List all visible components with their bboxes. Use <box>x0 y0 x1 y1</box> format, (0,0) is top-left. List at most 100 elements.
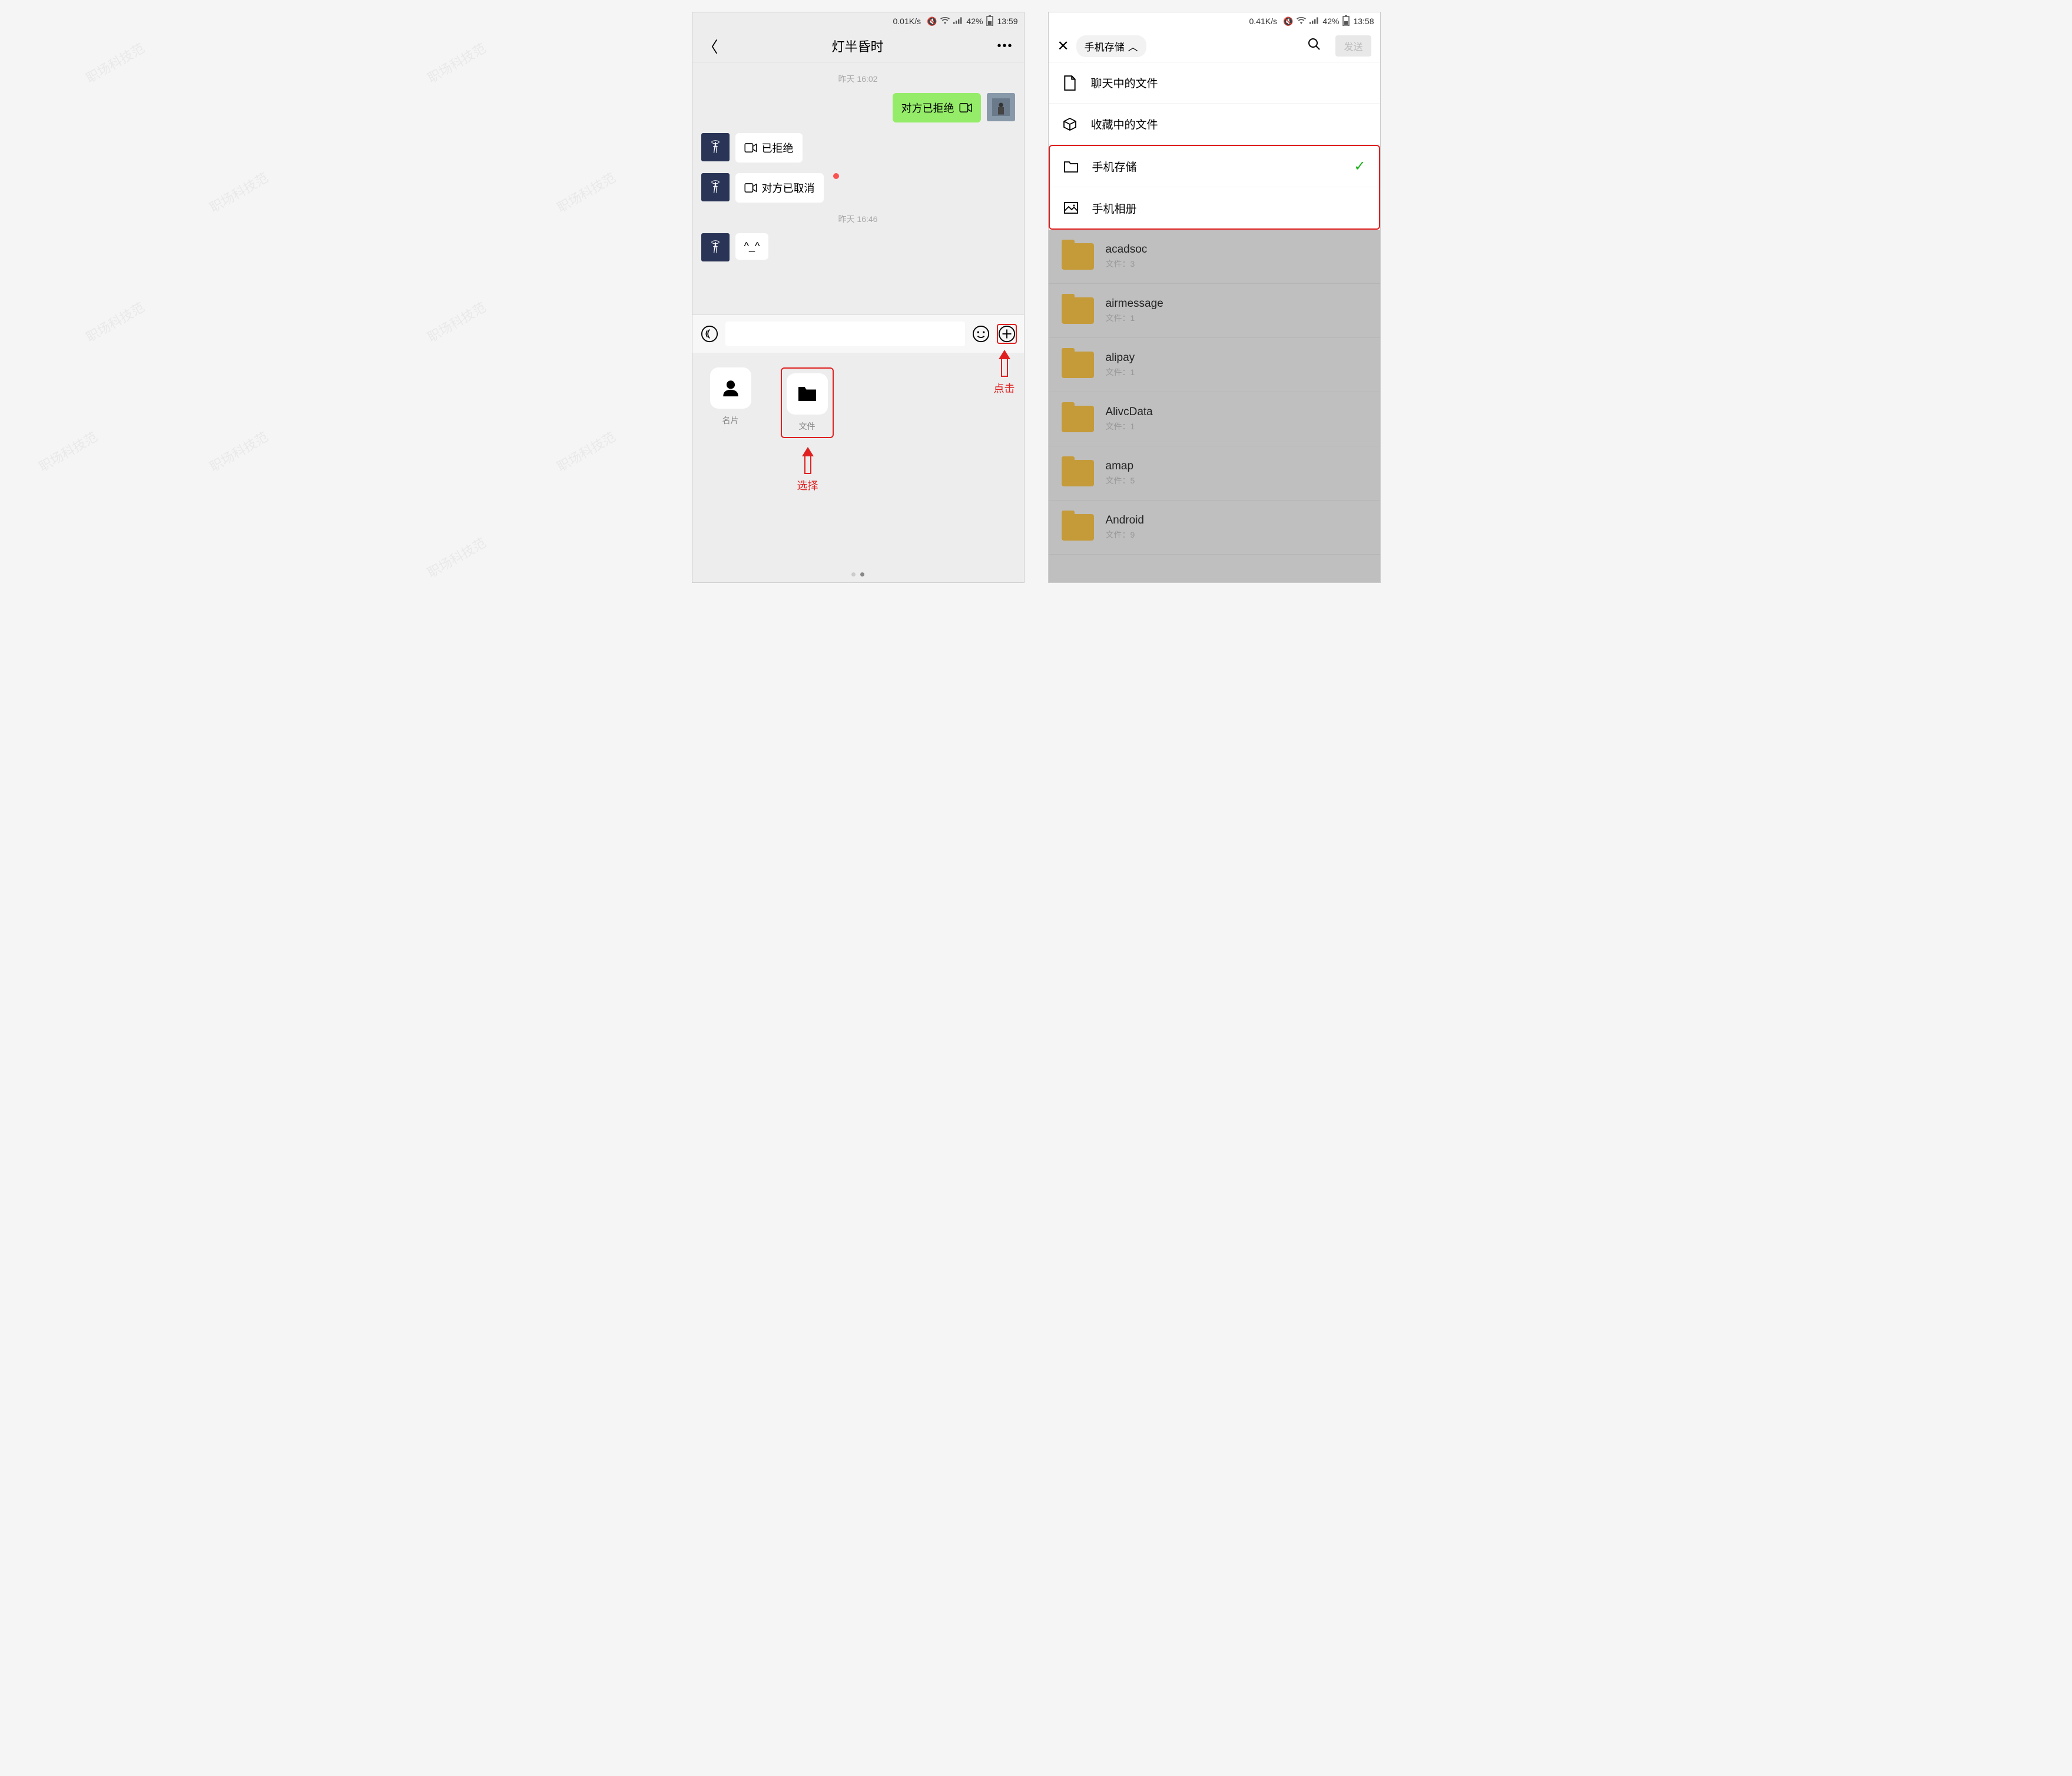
unread-dot-icon <box>833 173 839 179</box>
message-text: 对方已取消 <box>762 180 815 196</box>
clock: 13:58 <box>1353 16 1374 26</box>
signal-icon <box>1309 16 1319 26</box>
attach-file[interactable]: 文件 <box>781 367 834 438</box>
avatar[interactable] <box>987 93 1015 121</box>
folder-meta: 文件：1 <box>1106 420 1153 432</box>
battery-icon <box>986 15 993 28</box>
mute-icon: 🔇 <box>1283 16 1293 26</box>
source-favorite-files[interactable]: 收藏中的文件 <box>1049 104 1380 145</box>
breadcrumb-dropdown[interactable]: 手机存储 ︿ <box>1076 35 1146 57</box>
search-icon[interactable] <box>1307 37 1321 55</box>
video-icon <box>959 103 972 112</box>
folder-item[interactable]: Android 文件：9 <box>1049 501 1380 555</box>
source-phone-album[interactable]: 手机相册 <box>1050 187 1379 228</box>
chat-title: 灯半昏时 <box>831 37 883 55</box>
folder-name: amap <box>1106 460 1135 473</box>
watermark: 职场科技范 <box>553 427 618 476</box>
message-in: 对方已取消 <box>701 173 1015 203</box>
folder-icon <box>1062 243 1094 270</box>
wifi-icon <box>940 16 950 26</box>
chat-titlebar: 〈 灯半昏时 ••• <box>692 30 1024 62</box>
watermark: 职场科技范 <box>553 168 618 217</box>
voice-icon[interactable] <box>699 324 720 344</box>
network-speed: 0.01K/s <box>893 16 921 26</box>
folder-outline-icon <box>1063 160 1079 173</box>
watermark: 职场科技范 <box>35 427 100 476</box>
source-chat-files[interactable]: 聊天中的文件 <box>1049 62 1380 104</box>
watermark: 职场科技范 <box>423 297 489 346</box>
folder-icon <box>1062 352 1094 378</box>
timestamp: 昨天 16:02 <box>701 73 1015 85</box>
annotation-label: 点击 <box>994 380 1015 396</box>
battery-icon <box>1342 15 1350 28</box>
person-icon <box>710 367 751 409</box>
avatar[interactable] <box>701 233 730 261</box>
folder-item[interactable]: acadsoc 文件：3 <box>1049 230 1380 284</box>
status-bar: 0.01K/s 🔇 42% 13:59 <box>692 12 1024 30</box>
page-indicator <box>851 572 864 576</box>
message-text: 对方已拒绝 <box>901 100 954 115</box>
emoji-icon[interactable] <box>971 324 991 344</box>
send-button[interactable]: 发送 <box>1335 35 1371 57</box>
attach-panel: 点击 名片 文件 选择 <box>692 353 1024 582</box>
network-speed: 0.41K/s <box>1249 16 1277 26</box>
folder-name: AlivcData <box>1106 406 1153 419</box>
avatar[interactable] <box>701 173 730 201</box>
folder-icon <box>1062 514 1094 541</box>
close-icon[interactable]: ✕ <box>1057 38 1069 55</box>
image-icon <box>1063 201 1079 214</box>
video-icon <box>744 183 757 193</box>
check-icon: ✓ <box>1354 158 1365 175</box>
battery-percent: 42% <box>1322 16 1339 26</box>
folder-item[interactable]: airmessage文件：1 <box>1049 284 1380 338</box>
back-icon[interactable]: 〈 <box>703 35 718 57</box>
status-bar: 0.41K/s 🔇 42% 13:58 <box>1049 12 1380 30</box>
folder-icon <box>1062 460 1094 486</box>
more-icon[interactable]: ••• <box>997 39 1013 53</box>
attach-label: 文件 <box>799 420 815 432</box>
highlighted-sources: 手机存储 ✓ 手机相册 <box>1049 145 1380 230</box>
input-bar <box>692 314 1024 353</box>
folder-item[interactable]: alipay文件：1 <box>1049 338 1380 392</box>
file-icon <box>1062 75 1078 91</box>
message-bubble[interactable]: 对方已取消 <box>735 173 824 203</box>
signal-icon <box>953 16 963 26</box>
folder-item[interactable]: AlivcData文件：1 <box>1049 392 1380 446</box>
folder-meta: 文件：3 <box>1106 258 1148 270</box>
source-label: 聊天中的文件 <box>1091 75 1158 91</box>
chat-messages[interactable]: 昨天 16:02 对方已拒绝 已拒绝 <box>692 62 1024 314</box>
folder-item[interactable]: amap 文件：5 <box>1049 446 1380 501</box>
mute-icon: 🔇 <box>927 16 937 26</box>
folder-meta: 文件：9 <box>1106 529 1145 541</box>
annotation-label: 选择 <box>797 478 818 493</box>
message-out: 对方已拒绝 <box>701 93 1015 122</box>
folder-name: acadsoc <box>1106 243 1148 256</box>
chat-screen: 0.01K/s 🔇 42% 13:59 〈 灯半昏时 ••• 昨天 16:02 … <box>692 12 1025 583</box>
watermark: 职场科技范 <box>82 38 147 87</box>
folder-meta: 文件：1 <box>1106 366 1135 378</box>
message-text: 已拒绝 <box>762 140 794 155</box>
folder-icon <box>787 373 828 415</box>
video-icon <box>744 143 757 153</box>
source-phone-storage[interactable]: 手机存储 ✓ <box>1050 146 1379 187</box>
folder-list-scrim[interactable]: acadsoc文件：3airmessage文件：1alipay文件：1Alivc… <box>1049 230 1380 582</box>
folder-meta: 文件：1 <box>1106 312 1163 324</box>
wifi-icon <box>1297 16 1306 26</box>
folder-meta: 文件：5 <box>1106 475 1135 486</box>
message-bubble[interactable]: 已拒绝 <box>735 133 803 163</box>
folder-name: Android <box>1106 514 1145 527</box>
message-in: 已拒绝 <box>701 133 1015 163</box>
source-label: 手机相册 <box>1092 200 1137 216</box>
watermark: 职场科技范 <box>82 297 147 346</box>
folder-icon <box>1062 297 1094 324</box>
attach-card[interactable]: 名片 <box>710 367 751 438</box>
file-picker-header: ✕ 手机存储 ︿ 发送 <box>1049 30 1380 62</box>
folder-name: alipay <box>1106 352 1135 365</box>
message-input[interactable] <box>725 322 965 346</box>
avatar[interactable] <box>701 133 730 161</box>
message-bubble[interactable]: ^_^ <box>735 233 769 260</box>
annotation-select: 选择 <box>797 447 818 493</box>
message-bubble[interactable]: 对方已拒绝 <box>893 93 981 122</box>
attach-plus-button[interactable] <box>997 324 1017 344</box>
watermark: 职场科技范 <box>205 168 271 217</box>
